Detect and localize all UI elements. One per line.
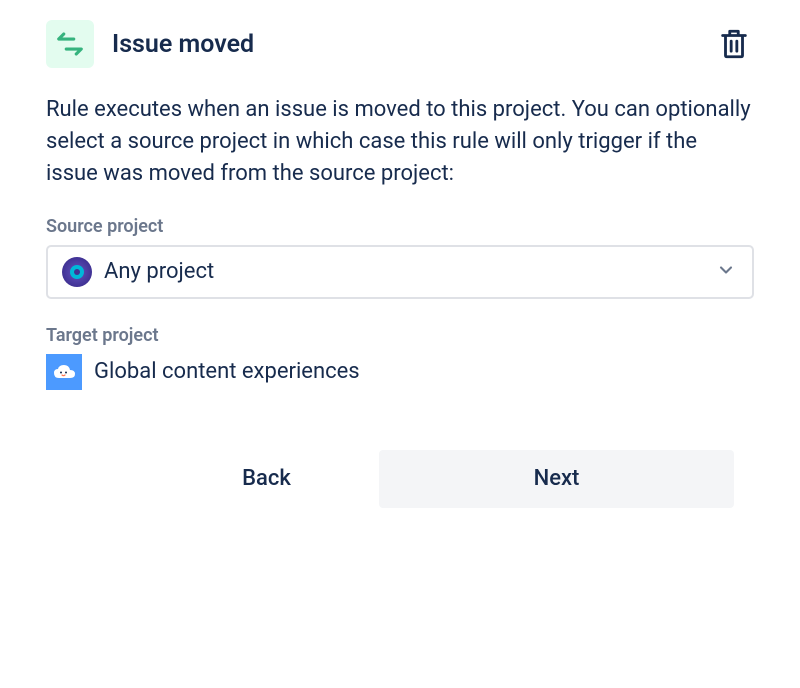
chevron-down-icon bbox=[716, 260, 736, 284]
target-project-field: Target project Global content experience… bbox=[46, 325, 754, 390]
next-button[interactable]: Next bbox=[379, 450, 734, 508]
delete-button[interactable] bbox=[714, 24, 754, 64]
source-project-label: Source project bbox=[46, 216, 754, 237]
target-project-row: Global content experiences bbox=[46, 354, 754, 390]
source-project-select[interactable]: Any project bbox=[46, 245, 754, 299]
trigger-title: Issue moved bbox=[112, 30, 254, 59]
source-project-field: Source project Any project bbox=[46, 216, 754, 299]
trash-icon bbox=[717, 27, 751, 61]
back-button[interactable]: Back bbox=[154, 450, 379, 508]
trigger-header: Issue moved bbox=[46, 20, 754, 68]
project-avatar-icon bbox=[62, 257, 92, 287]
swap-arrows-icon bbox=[46, 20, 94, 68]
target-project-label: Target project bbox=[46, 325, 754, 346]
trigger-header-left: Issue moved bbox=[46, 20, 254, 68]
source-project-value: Any project bbox=[104, 259, 214, 284]
target-project-value: Global content experiences bbox=[94, 359, 360, 384]
cloud-icon bbox=[46, 354, 82, 390]
action-buttons: Back Next bbox=[154, 450, 754, 508]
source-project-selected: Any project bbox=[62, 257, 214, 287]
trigger-description: Rule executes when an issue is moved to … bbox=[46, 94, 754, 190]
